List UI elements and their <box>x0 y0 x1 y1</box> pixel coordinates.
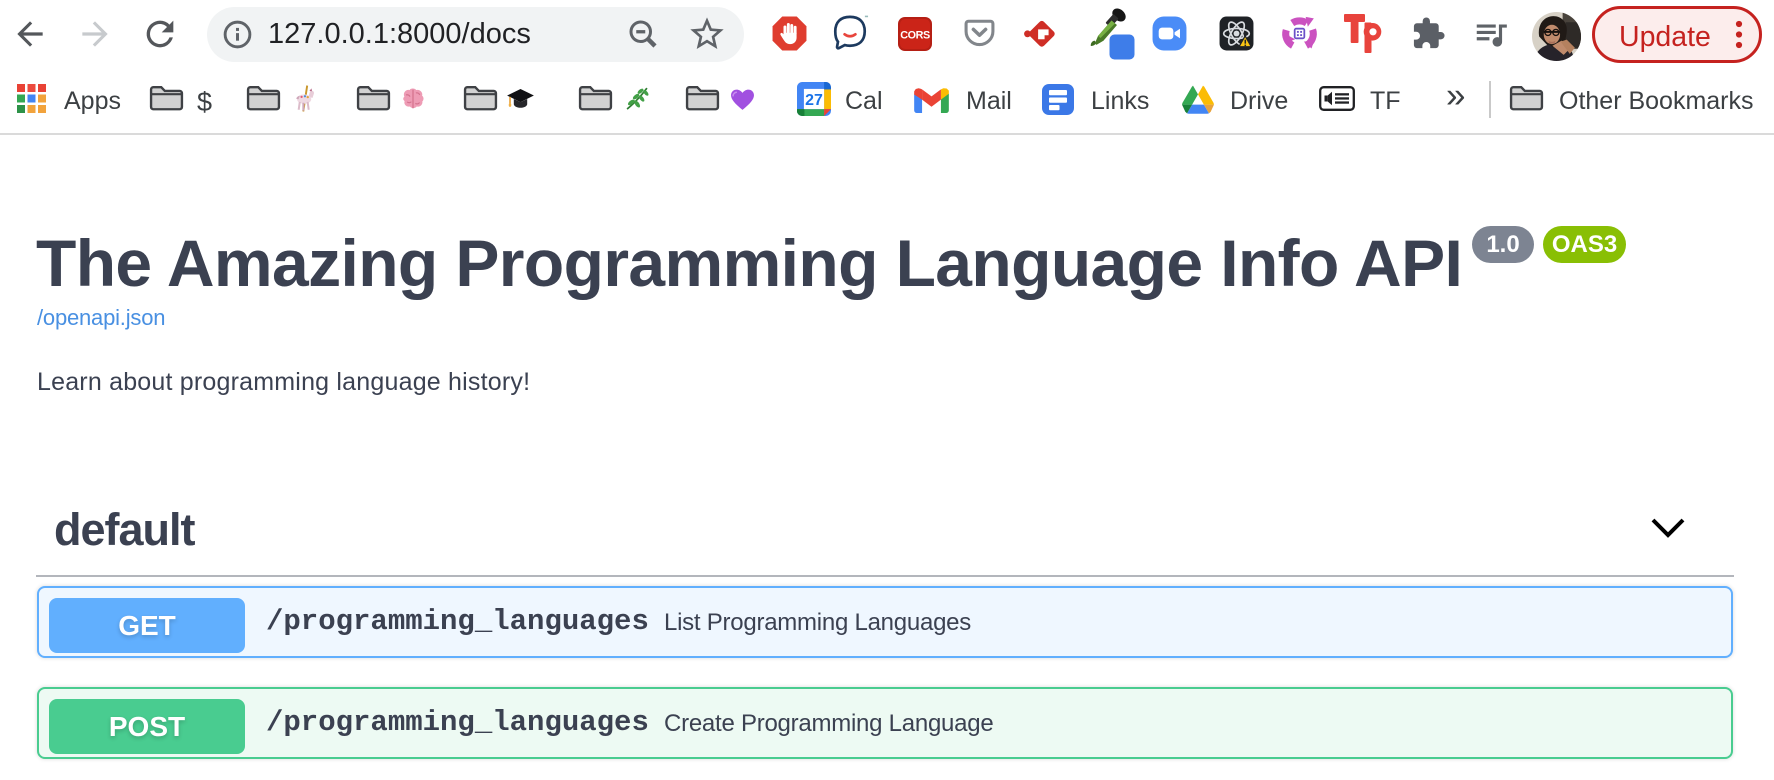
svg-text:CORS: CORS <box>900 30 930 42</box>
svg-text:27: 27 <box>805 92 823 109</box>
